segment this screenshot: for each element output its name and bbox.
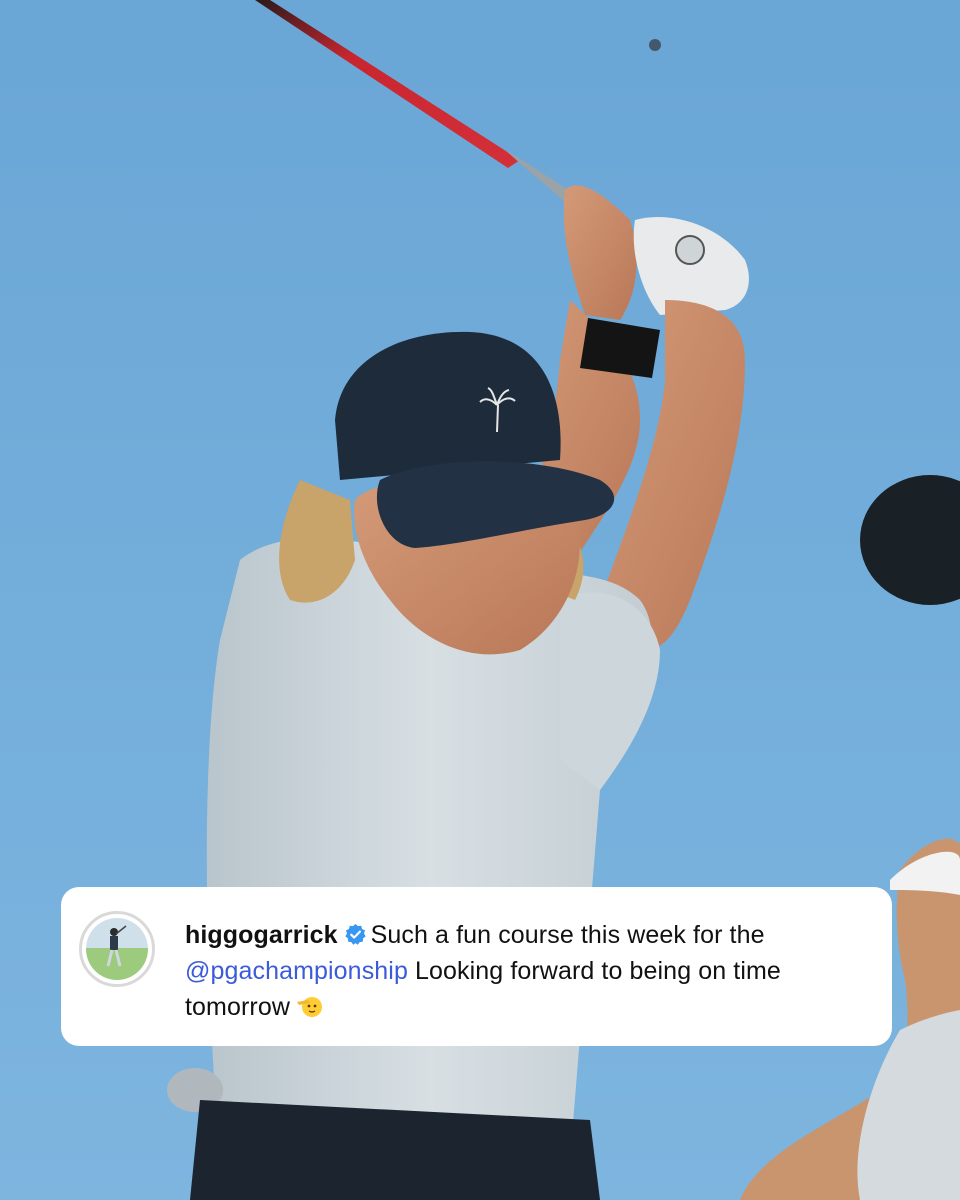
caption-body: Such a fun course this week for the [370, 921, 765, 949]
verified-badge-icon [344, 920, 367, 945]
speck [649, 39, 661, 51]
mention-link[interactable]: @pgachampionship [185, 957, 408, 985]
avatar-image [86, 918, 148, 980]
caption-text: higgogarrick Such a fun course this week … [185, 917, 875, 1025]
caption-card: higgogarrick Such a fun course this week … [61, 887, 892, 1046]
avatar-golfer-icon [86, 918, 148, 980]
saluting-face-emoji-icon [296, 992, 324, 1017]
username[interactable]: higgogarrick [185, 921, 338, 949]
avatar[interactable] [79, 911, 155, 987]
glove-logo [675, 235, 705, 265]
